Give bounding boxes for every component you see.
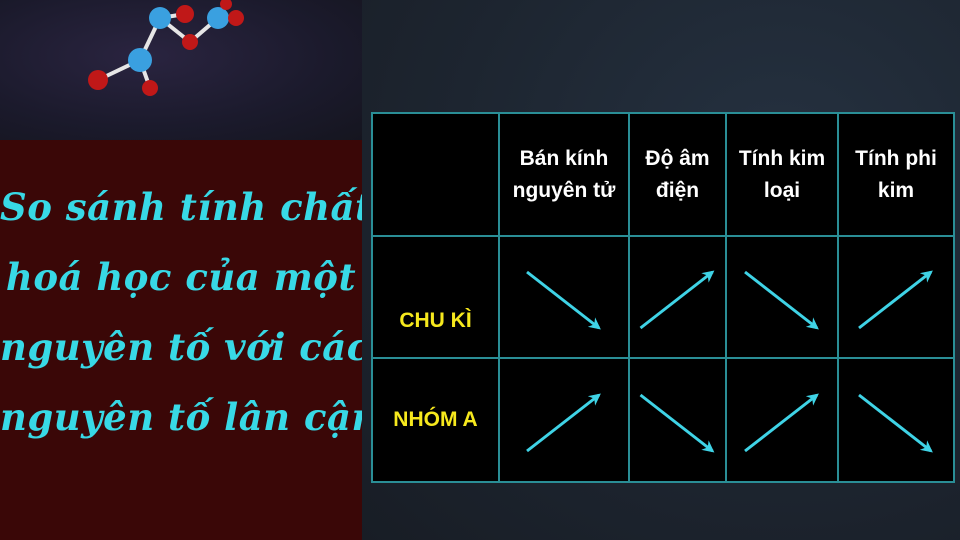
title-line: hoá học của một xyxy=(5,255,357,299)
title-line: nguyên tố lân cận xyxy=(0,395,379,439)
trend-arrows xyxy=(526,270,933,453)
trend-arrow-up xyxy=(858,270,933,330)
trend-arrow-down xyxy=(744,270,819,330)
trend-arrow-down xyxy=(858,393,933,453)
trend-arrow-down xyxy=(526,270,601,330)
trend-arrow-up xyxy=(744,393,819,453)
title-line: nguyên tố với các xyxy=(0,325,370,369)
title-line: So sánh tính chất xyxy=(0,185,373,229)
left-title: So sánh tính chất hoá học của một nguyên… xyxy=(0,172,379,452)
trend-arrow-up xyxy=(639,270,715,330)
molecule-icon xyxy=(88,0,244,96)
trend-arrow-down xyxy=(639,393,715,453)
molecule-illustration xyxy=(0,0,362,140)
trend-arrow-up xyxy=(526,393,601,453)
trend-table: Bán kính nguyên tử Độ âm điện Tính kim loại… xyxy=(371,112,955,483)
